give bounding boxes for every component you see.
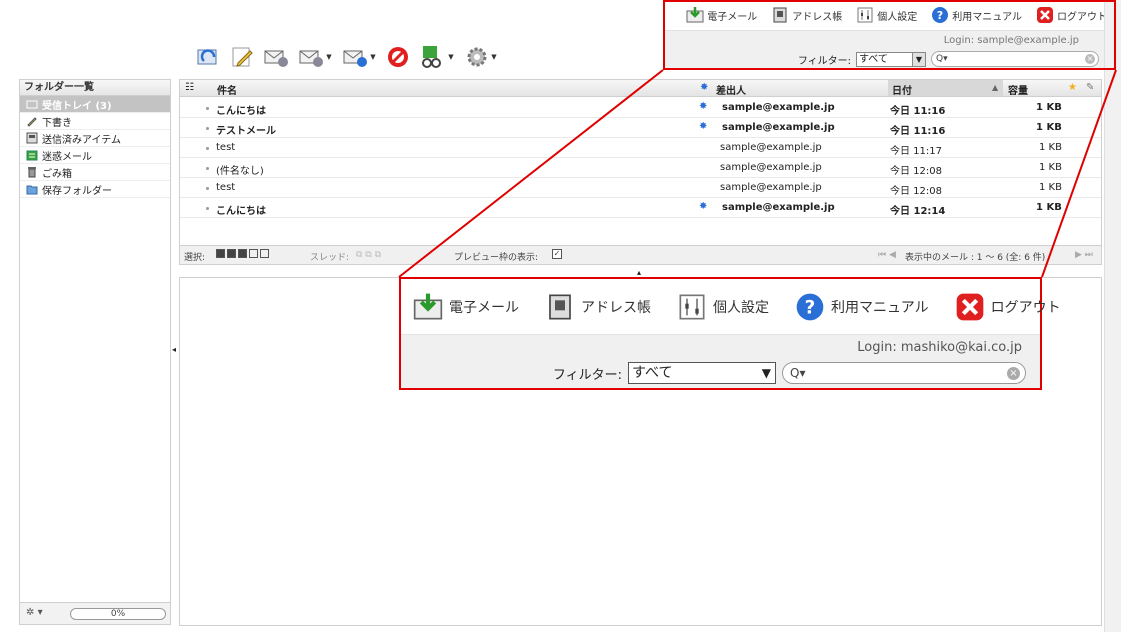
zoom-user-bar: Login: mashiko@kai.co.jp フィルター: すべて ▼ Q▾… [401, 334, 1040, 388]
logout-icon [956, 293, 983, 320]
zoom-manual-button[interactable]: ? 利用マニュアル [795, 292, 929, 322]
chevron-down-icon: ▼ [761, 366, 771, 380]
callout-box-small [663, 0, 1116, 70]
zoom-manual-label: 利用マニュアル [831, 299, 929, 316]
zoom-addressbook-label: アドレス帳 [581, 299, 651, 316]
search-icon: Q▾ [790, 366, 806, 380]
svg-text:?: ? [805, 297, 816, 318]
zoom-filter-label: フィルター: [552, 367, 622, 383]
settings-icon [679, 294, 705, 319]
zoom-logout-label: ログアウト [990, 299, 1061, 316]
clear-icon[interactable]: × [1007, 367, 1020, 380]
addressbook-icon [549, 294, 571, 319]
zoom-login-text: Login: mashiko@kai.co.jp [857, 340, 1022, 355]
help-icon: ? [796, 293, 824, 320]
zoom-logout-button[interactable]: ログアウト [955, 292, 1061, 322]
callout-zoom-box: 電子メール アドレス帳 個人設定 ? 利用マニュアル ログアウト Login: … [399, 277, 1061, 390]
zoom-filter-value: すべて [632, 365, 673, 381]
zoom-mail-label: 電子メール [449, 299, 519, 316]
mail-icon [413, 293, 443, 319]
zoom-mail-button[interactable]: 電子メール [413, 292, 519, 322]
zoom-filter-row: フィルター: すべて ▼ Q▾ × [553, 362, 1026, 384]
zoom-taskbar: 電子メール アドレス帳 個人設定 ? 利用マニュアル ログアウト [401, 279, 1061, 334]
zoom-settings-label: 個人設定 [713, 299, 769, 316]
zoom-search-input[interactable]: Q▾ × [782, 362, 1026, 384]
zoom-addressbook-button[interactable]: アドレス帳 [545, 292, 651, 322]
zoom-settings-button[interactable]: 個人設定 [677, 292, 769, 322]
zoom-filter-select[interactable]: すべて ▼ [628, 362, 776, 384]
